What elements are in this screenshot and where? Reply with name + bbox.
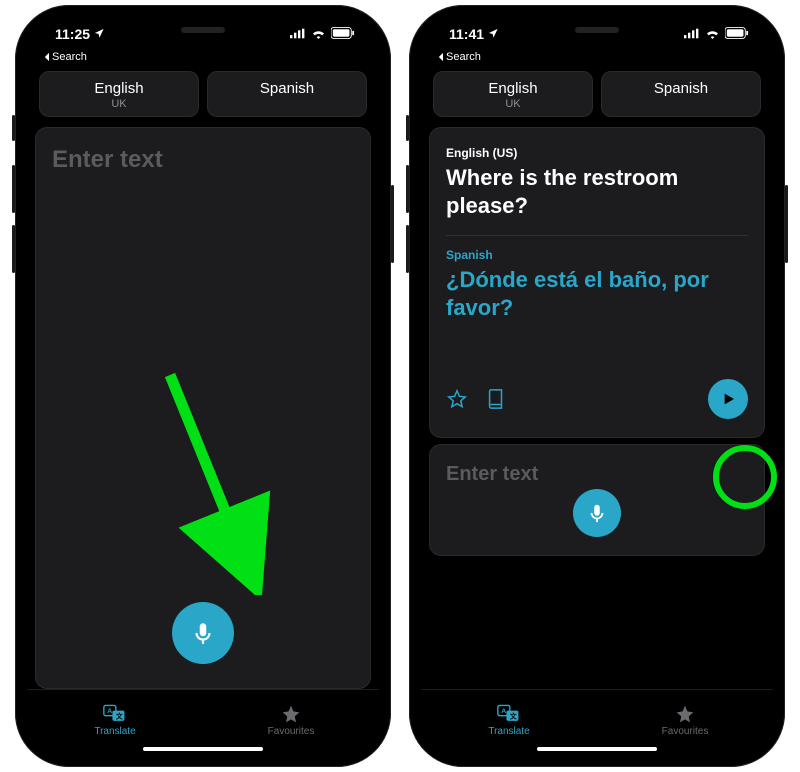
result-target-language: Spanish [446, 248, 748, 262]
microphone-button[interactable] [172, 602, 234, 664]
back-to-search-link[interactable]: Search [421, 51, 773, 67]
tab-bar: A文 Translate Favourites [27, 689, 379, 755]
source-language-name: English [434, 80, 592, 97]
svg-text:文: 文 [509, 711, 517, 720]
side-volume-down[interactable] [406, 225, 409, 273]
text-input-card[interactable]: Enter text [429, 444, 765, 556]
phone-left: 11:25 Search [15, 5, 391, 767]
target-language-name: Spanish [602, 80, 760, 97]
star-icon [281, 704, 301, 724]
location-icon [488, 26, 499, 42]
tab-favourites[interactable]: Favourites [203, 690, 379, 751]
svg-text:A: A [107, 708, 112, 715]
side-power-button[interactable] [391, 185, 394, 263]
back-link-label: Search [52, 51, 87, 63]
result-divider [446, 235, 748, 236]
microphone-button[interactable] [573, 489, 621, 537]
result-source-text[interactable]: Where is the restroom please? [446, 164, 748, 219]
battery-icon [725, 26, 749, 42]
phone-right: 11:41 Search [409, 5, 785, 767]
translate-icon: A文 [497, 704, 521, 724]
tab-bar: A文 Translate Favourites [421, 689, 773, 755]
microphone-icon [190, 620, 216, 646]
side-volume-up[interactable] [12, 165, 15, 213]
text-input-placeholder: Enter text [446, 463, 748, 486]
wifi-icon [311, 26, 326, 42]
tab-favourites-label: Favourites [662, 726, 709, 737]
back-link-label: Search [446, 51, 481, 63]
side-power-button[interactable] [785, 185, 788, 263]
wifi-icon [705, 26, 720, 42]
tab-translate[interactable]: A文 Translate [421, 690, 597, 751]
source-language-selector[interactable]: English UK [433, 71, 593, 117]
microphone-icon [586, 502, 608, 524]
result-source-language: English (US) [446, 146, 748, 160]
result-target-text[interactable]: ¿Dónde está el baño, por favor? [446, 266, 748, 321]
tab-translate-label: Translate [94, 726, 135, 737]
svg-text:A: A [501, 708, 506, 715]
source-language-region: UK [434, 98, 592, 110]
home-indicator[interactable] [143, 747, 263, 751]
language-selector-row: English UK Spanish [421, 67, 773, 127]
notch [118, 17, 288, 45]
star-icon [675, 704, 695, 724]
language-selector-row: English UK Spanish [27, 67, 379, 127]
text-input-card[interactable]: Enter text [35, 127, 371, 689]
location-icon [94, 26, 105, 42]
tab-favourites-label: Favourites [268, 726, 315, 737]
translate-icon: A文 [103, 704, 127, 724]
book-icon [486, 388, 506, 410]
translation-result-card: English (US) Where is the restroom pleas… [429, 127, 765, 438]
tab-translate-label: Translate [488, 726, 529, 737]
status-time: 11:25 [55, 26, 90, 42]
tab-translate[interactable]: A文 Translate [27, 690, 203, 751]
status-time: 11:41 [449, 26, 484, 42]
home-indicator[interactable] [537, 747, 657, 751]
play-icon [720, 391, 736, 407]
target-language-name: Spanish [208, 80, 366, 97]
side-volume-up[interactable] [406, 165, 409, 213]
side-volume-down[interactable] [12, 225, 15, 273]
svg-text:文: 文 [115, 711, 123, 720]
notch [512, 17, 682, 45]
play-audio-button[interactable] [708, 379, 748, 419]
side-silence-switch[interactable] [12, 115, 15, 141]
target-language-selector[interactable]: Spanish [601, 71, 761, 117]
side-silence-switch[interactable] [406, 115, 409, 141]
target-language-selector[interactable]: Spanish [207, 71, 367, 117]
dictionary-button[interactable] [486, 388, 506, 410]
text-input-placeholder: Enter text [52, 146, 354, 174]
source-language-name: English [40, 80, 198, 97]
source-language-region: UK [40, 98, 198, 110]
battery-icon [331, 26, 355, 42]
favourite-button[interactable] [446, 388, 468, 410]
cellular-icon [684, 26, 700, 42]
source-language-selector[interactable]: English UK [39, 71, 199, 117]
cellular-icon [290, 26, 306, 42]
tab-favourites[interactable]: Favourites [597, 690, 773, 751]
back-to-search-link[interactable]: Search [27, 51, 379, 67]
star-outline-icon [446, 388, 468, 410]
